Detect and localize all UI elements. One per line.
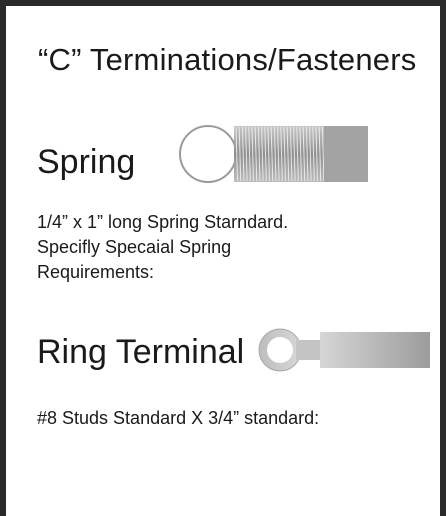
- spring-description-line: Specifly Specaial Spring: [37, 237, 232, 257]
- page-title: “C” Terminations/Fasteners: [38, 42, 417, 77]
- ring-terminal-description: #8 Studs Standard X 3/4” standard:: [37, 408, 320, 428]
- ring-terminal-icon: [258, 328, 430, 372]
- spring-description-line: 1/4” x 1” long Spring Starndard.: [37, 212, 289, 232]
- document-frame: “C” Terminations/Fasteners Spring 1/4” x…: [0, 0, 446, 516]
- spring-icon: [179, 125, 368, 183]
- spring-description: 1/4” x 1” long Spring Starndard. Specifl…: [37, 210, 417, 285]
- spring-description-line: Requirements:: [37, 262, 155, 282]
- spring-heading: Spring: [37, 143, 136, 181]
- ring-terminal-heading: Ring Terminal: [37, 333, 245, 371]
